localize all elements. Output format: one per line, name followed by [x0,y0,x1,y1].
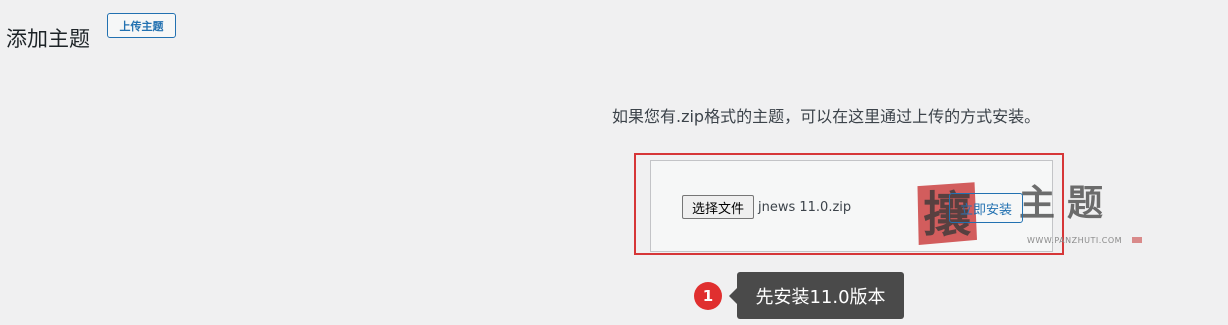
step-number-badge: 1 [694,282,722,310]
watermark-url-mark [1132,237,1142,243]
upload-help-text: 如果您有.zip格式的主题，可以在这里通过上传的方式安装。 [612,107,1041,126]
page-title: 添加主题 [6,27,90,52]
callout-tooltip: 先安装11.0版本 [737,272,904,319]
choose-file-button[interactable]: 选择文件 [682,195,754,219]
install-now-button[interactable]: 立即安装 [949,193,1023,223]
watermark-text: 主题 [1019,182,1116,224]
callout-pointer [729,288,737,304]
selected-file-name: jnews 11.0.zip [758,200,852,215]
watermark-url: WWW.PANZHUTI.COM [1027,236,1123,245]
upload-theme-button[interactable]: 上传主题 [107,13,176,38]
